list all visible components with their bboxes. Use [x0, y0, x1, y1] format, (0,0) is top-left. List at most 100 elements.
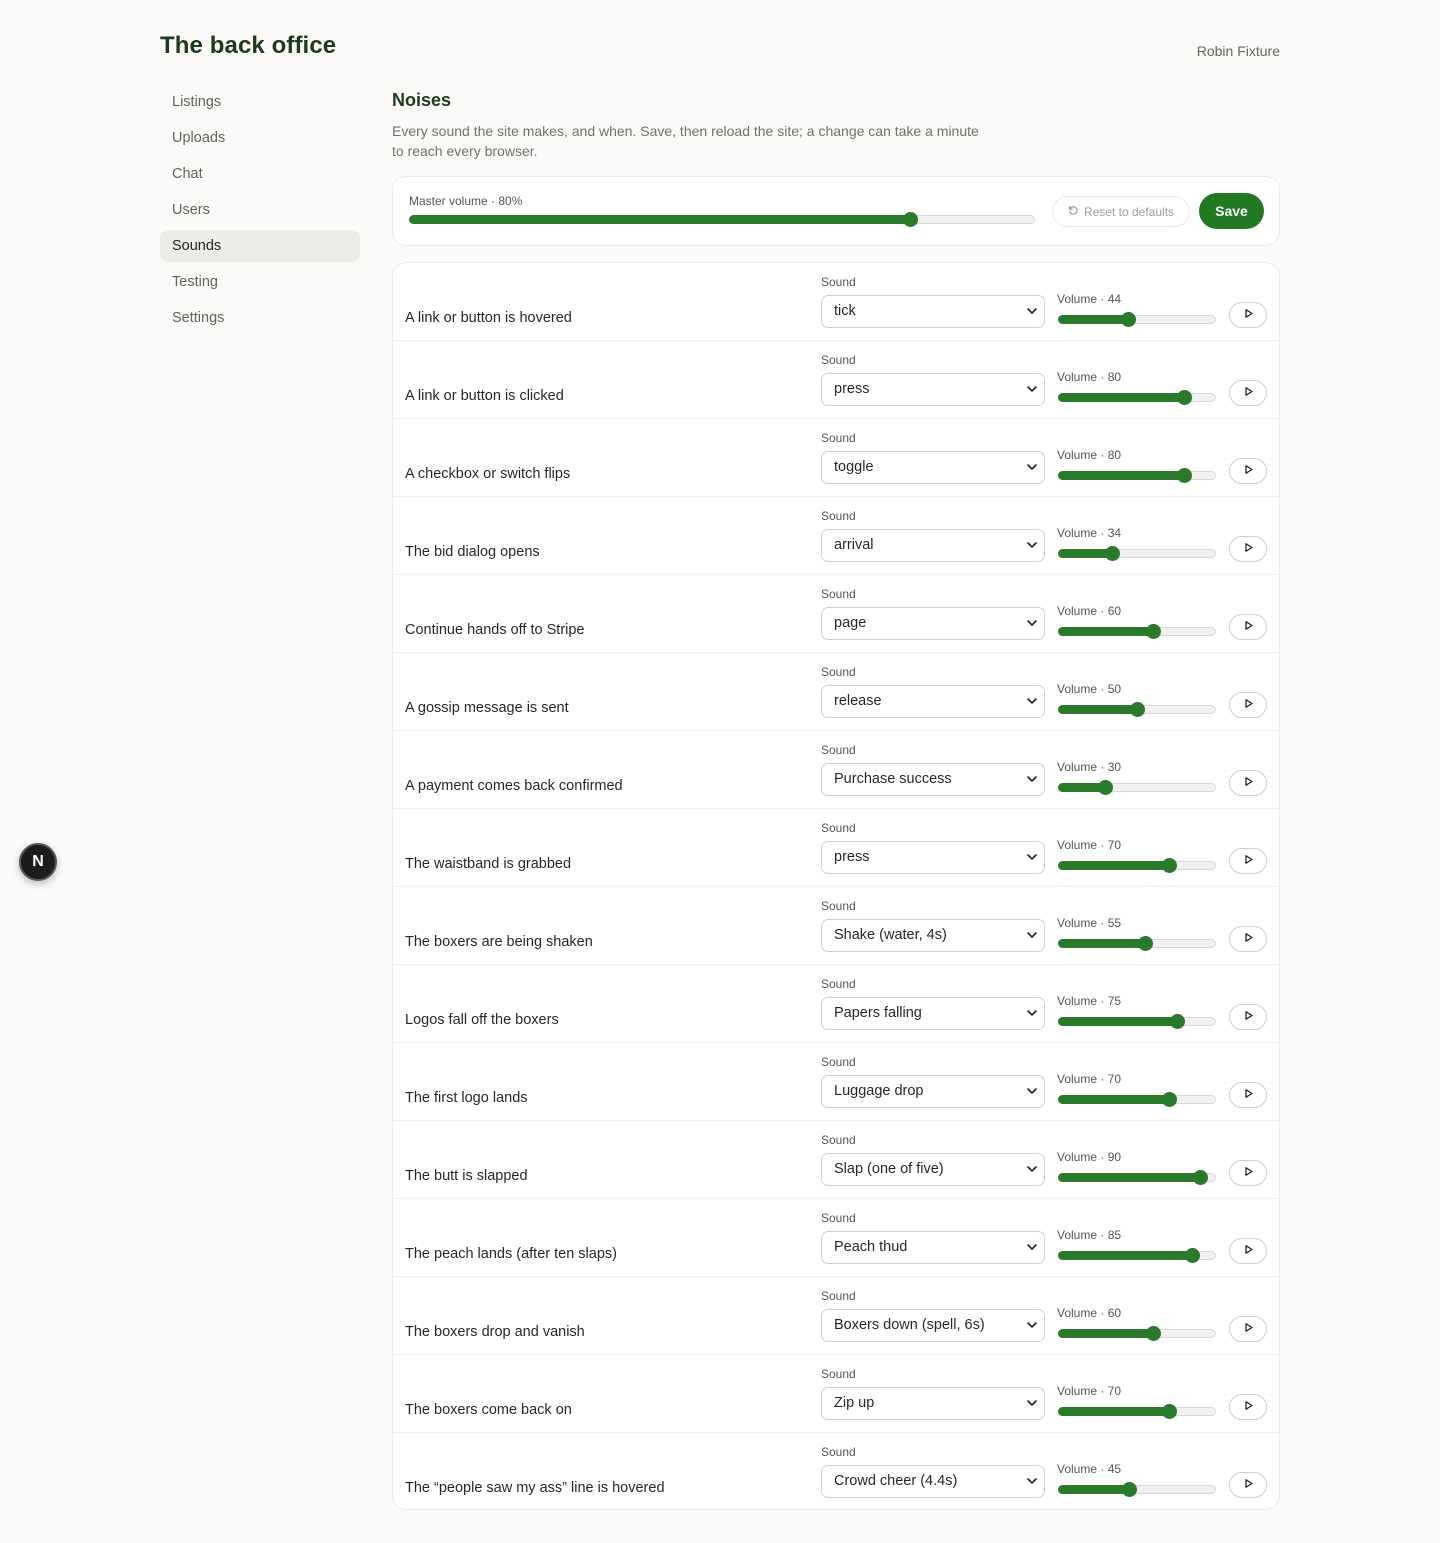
volume-slider[interactable]	[1058, 1014, 1216, 1029]
sound-select[interactable]: Crowd cheer (4.4s)	[821, 1465, 1045, 1498]
sound-select[interactable]: Boxers down (spell, 6s)	[821, 1309, 1045, 1342]
play-button[interactable]	[1229, 1004, 1267, 1030]
reset-to-defaults-button[interactable]: Reset to defaults	[1052, 196, 1190, 227]
user-name[interactable]: Robin Fixture	[1197, 43, 1280, 59]
slider-thumb[interactable]	[903, 212, 918, 227]
play-button[interactable]	[1229, 692, 1267, 718]
save-button[interactable]: Save	[1199, 193, 1264, 229]
play-button[interactable]	[1229, 380, 1267, 406]
slider-thumb[interactable]	[1162, 1092, 1177, 1107]
volume-slider[interactable]	[1058, 1482, 1216, 1497]
play-button[interactable]	[1229, 848, 1267, 874]
sidebar-item-users[interactable]: Users	[160, 194, 360, 226]
volume-slider[interactable]	[1058, 702, 1216, 717]
sound-field-label: Sound	[821, 743, 856, 757]
sidebar-item-settings[interactable]: Settings	[160, 302, 360, 334]
slider-thumb[interactable]	[1162, 858, 1177, 873]
sound-select[interactable]: toggle	[821, 451, 1045, 484]
play-button[interactable]	[1229, 1472, 1267, 1498]
sidebar-item-listings[interactable]: Listings	[160, 86, 360, 118]
slider-thumb[interactable]	[1146, 624, 1161, 639]
play-icon	[1243, 1086, 1254, 1104]
next-dev-badge[interactable]: N	[19, 843, 57, 881]
volume-slider[interactable]	[1058, 936, 1216, 951]
play-button[interactable]	[1229, 1082, 1267, 1108]
slider-thumb[interactable]	[1146, 1326, 1161, 1341]
sidebar-item-chat[interactable]: Chat	[160, 158, 360, 190]
sound-select[interactable]: page	[821, 607, 1045, 640]
play-icon	[1243, 1476, 1254, 1494]
slider-thumb[interactable]	[1177, 468, 1192, 483]
sound-select-value: toggle	[834, 459, 874, 475]
play-button[interactable]	[1229, 1238, 1267, 1264]
sound-select[interactable]: Shake (water, 4s)	[821, 919, 1045, 952]
sound-select[interactable]: Zip up	[821, 1387, 1045, 1420]
volume-label: Volume · 60	[1057, 1306, 1122, 1320]
slider-thumb[interactable]	[1162, 1404, 1177, 1419]
volume-label: Volume · 30	[1057, 760, 1122, 774]
slider-fill	[409, 215, 910, 224]
sound-select[interactable]: press	[821, 373, 1045, 406]
play-icon	[1243, 1320, 1254, 1338]
sound-select[interactable]: press	[821, 841, 1045, 874]
slider-thumb[interactable]	[1170, 1014, 1185, 1029]
volume-slider[interactable]	[1058, 1248, 1216, 1263]
volume-label: Volume · 70	[1057, 838, 1122, 852]
play-button[interactable]	[1229, 1160, 1267, 1186]
sound-select[interactable]: tick	[821, 295, 1045, 328]
volume-slider[interactable]	[1058, 780, 1216, 795]
sound-select[interactable]: arrival	[821, 529, 1045, 562]
play-button[interactable]	[1229, 458, 1267, 484]
slider-thumb[interactable]	[1177, 390, 1192, 405]
sound-event-row: A checkbox or switch flips Sound toggle …	[393, 419, 1279, 497]
slider-thumb[interactable]	[1185, 1248, 1200, 1263]
sidebar-item-sounds[interactable]: Sounds	[160, 230, 360, 262]
play-button[interactable]	[1229, 926, 1267, 952]
volume-slider[interactable]	[1058, 312, 1216, 327]
volume-slider[interactable]	[1058, 468, 1216, 483]
slider-thumb[interactable]	[1193, 1170, 1208, 1185]
volume-slider[interactable]	[1058, 390, 1216, 405]
play-button[interactable]	[1229, 1316, 1267, 1342]
chevron-down-icon	[1026, 686, 1038, 717]
sidebar-item-testing[interactable]: Testing	[160, 266, 360, 298]
master-volume-slider[interactable]	[409, 212, 1035, 227]
sound-event-row: A link or button is hovered Sound tick V…	[393, 263, 1279, 341]
sound-select[interactable]: Peach thud	[821, 1231, 1045, 1264]
sound-select-value: tick	[834, 303, 856, 319]
play-button[interactable]	[1229, 1394, 1267, 1420]
app-title: The back office	[160, 32, 337, 59]
sound-event-row: The butt is slapped Sound Slap (one of f…	[393, 1121, 1279, 1199]
sound-select[interactable]: Slap (one of five)	[821, 1153, 1045, 1186]
volume-slider[interactable]	[1058, 1326, 1216, 1341]
sound-select-value: Crowd cheer (4.4s)	[834, 1473, 958, 1489]
volume-slider[interactable]	[1058, 624, 1216, 639]
slider-thumb[interactable]	[1121, 312, 1136, 327]
volume-slider[interactable]	[1058, 1092, 1216, 1107]
sound-select[interactable]: release	[821, 685, 1045, 718]
slider-thumb[interactable]	[1122, 1482, 1137, 1497]
sound-select[interactable]: Purchase success	[821, 763, 1045, 796]
sound-field-label: Sound	[821, 1211, 856, 1225]
slider-thumb[interactable]	[1105, 546, 1120, 561]
sound-select[interactable]: Papers falling	[821, 997, 1045, 1030]
slider-thumb[interactable]	[1138, 936, 1153, 951]
volume-slider[interactable]	[1058, 858, 1216, 873]
play-button[interactable]	[1229, 536, 1267, 562]
sound-event-row: The peach lands (after ten slaps) Sound …	[393, 1199, 1279, 1277]
play-button[interactable]	[1229, 770, 1267, 796]
volume-slider[interactable]	[1058, 1170, 1216, 1185]
sound-select[interactable]: Luggage drop	[821, 1075, 1045, 1108]
sound-select-value: press	[834, 849, 870, 865]
slider-thumb[interactable]	[1130, 702, 1145, 717]
volume-slider[interactable]	[1058, 546, 1216, 561]
slider-fill	[1058, 1017, 1177, 1026]
volume-slider[interactable]	[1058, 1404, 1216, 1419]
play-button[interactable]	[1229, 302, 1267, 328]
app: The back office Robin Fixture Listings U…	[0, 0, 1440, 1543]
sound-select-value: Slap (one of five)	[834, 1161, 944, 1177]
slider-thumb[interactable]	[1098, 780, 1113, 795]
event-label: The bid dialog opens	[405, 544, 540, 560]
sidebar-item-uploads[interactable]: Uploads	[160, 122, 360, 154]
play-button[interactable]	[1229, 614, 1267, 640]
